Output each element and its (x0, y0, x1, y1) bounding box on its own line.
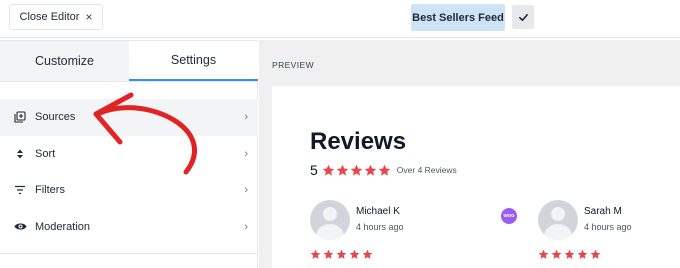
review-time: 4 hours ago (584, 222, 632, 232)
eye-icon (13, 220, 27, 234)
woocommerce-badge-icon: woo (501, 208, 517, 224)
close-editor-label: Close Editor (19, 11, 80, 23)
review-stars (538, 249, 601, 260)
sidebar-item-label: Moderation (35, 220, 91, 233)
rating-value: 5 (310, 162, 318, 178)
sidebar-item-sort[interactable]: Sort › (0, 136, 258, 173)
review-stars (310, 249, 373, 260)
review-time: 4 hours ago (356, 222, 404, 232)
star-icon (538, 249, 549, 259)
preview-label: PREVIEW (272, 60, 315, 70)
star-icon (350, 164, 363, 176)
review-author: Sarah M 4 hours ago (538, 200, 632, 240)
star-icon (590, 249, 601, 259)
close-icon: × (85, 10, 93, 24)
chevron-right-icon: › (244, 147, 248, 160)
star-icon (564, 249, 575, 259)
avatar (310, 200, 350, 240)
sidebar-item-label: Sources (35, 111, 76, 124)
settings-menu: Sources › Sort › Filters › Moderation › (0, 99, 258, 245)
rating-count: Over 4 Reviews (396, 165, 457, 175)
star-icon (362, 249, 373, 259)
tab-customize[interactable]: Customize (0, 41, 129, 81)
check-icon (518, 13, 528, 21)
sidebar-divider (0, 253, 258, 254)
rating-summary: 5 Over 4 Reviews (310, 162, 457, 178)
review-author: Michael K 4 hours ago (310, 200, 404, 240)
sidebar-item-label: Filters (35, 184, 65, 197)
star-icon (336, 249, 347, 259)
star-icon (364, 164, 377, 176)
reviewer-name: Sarah M (584, 206, 622, 217)
star-icon (323, 249, 334, 259)
sidebar-item-label: Sort (35, 147, 56, 160)
star-icon (378, 164, 391, 176)
preview-panel: PREVIEW Reviews 5 Over 4 Reviews Michael… (259, 40, 680, 268)
star-icon (349, 249, 360, 259)
avatar (538, 200, 578, 240)
editor-topbar: Close Editor × Best Sellers Feed (0, 0, 680, 38)
star-icon (551, 249, 562, 259)
filter-icon (13, 183, 27, 197)
star-icon (310, 249, 321, 259)
chevron-right-icon: › (244, 184, 248, 197)
sidebar-item-moderation[interactable]: Moderation › (0, 209, 258, 246)
close-editor-button[interactable]: Close Editor × (9, 4, 103, 30)
reviews-title: Reviews (310, 128, 407, 155)
star-icon (336, 164, 349, 176)
star-icon (577, 249, 588, 259)
sources-icon (13, 110, 27, 124)
rating-stars (322, 164, 391, 177)
sidebar-tabs: Customize Settings (0, 41, 258, 82)
reviewer-name: Michael K (356, 206, 400, 217)
confirm-button[interactable] (512, 5, 534, 29)
chevron-right-icon: › (244, 220, 248, 233)
sort-icon (13, 147, 27, 161)
chevron-right-icon: › (244, 111, 248, 124)
tab-settings[interactable]: Settings (129, 41, 258, 81)
sidebar-item-sources[interactable]: Sources › (0, 99, 258, 136)
settings-sidebar: Customize Settings Sources › Sort › Filt… (0, 40, 258, 268)
feed-name-label[interactable]: Best Sellers Feed (411, 4, 505, 31)
star-icon (322, 164, 335, 176)
review-feed-preview: Reviews 5 Over 4 Reviews Michael K 4 hou… (272, 86, 680, 268)
sidebar-item-filters[interactable]: Filters › (0, 172, 258, 209)
